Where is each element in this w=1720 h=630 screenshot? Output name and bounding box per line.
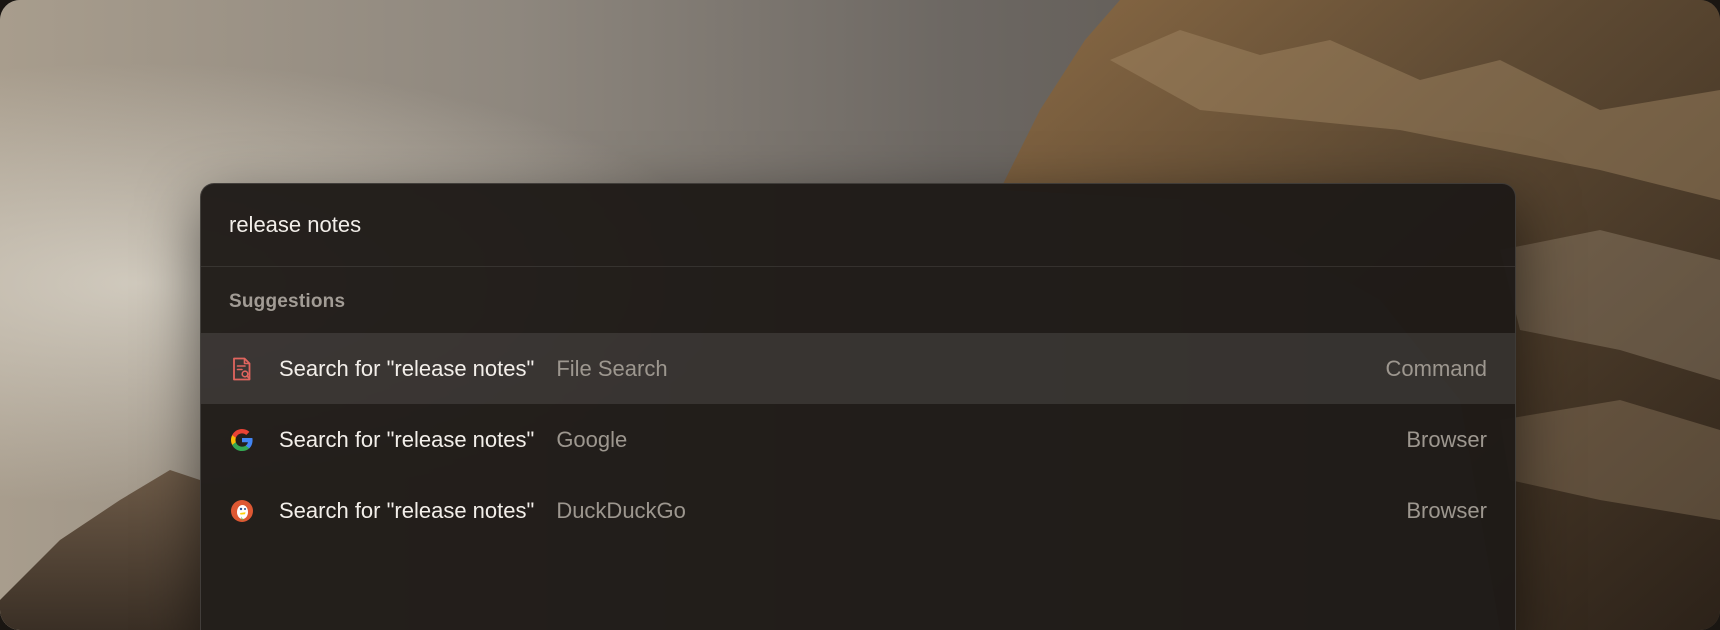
result-row-google[interactable]: Search for "release notes" Google Browse… <box>201 404 1515 475</box>
search-input[interactable] <box>229 212 1129 238</box>
result-type: Browser <box>1406 426 1487 452</box>
desktop: Suggestions Search for "release notes" F… <box>0 0 1720 630</box>
result-subtitle: Google <box>556 426 628 452</box>
google-icon <box>229 427 255 453</box>
section-label-suggestions: Suggestions <box>229 291 346 312</box>
result-title: Search for "release notes" <box>279 497 535 523</box>
result-subtitle: DuckDuckGo <box>556 497 686 523</box>
result-title: Search for "release notes" <box>279 426 535 452</box>
duckduckgo-icon <box>229 498 255 524</box>
result-row-file-search[interactable]: Search for "release notes" File Search C… <box>201 333 1515 404</box>
search-bar <box>201 184 1515 267</box>
result-title: Search for "release notes" <box>279 355 535 381</box>
result-type: Browser <box>1406 497 1487 523</box>
file-search-icon <box>229 356 255 382</box>
result-subtitle: File Search <box>556 355 668 381</box>
spotlight-window: Suggestions Search for "release notes" F… <box>200 183 1516 630</box>
result-row-duckduckgo[interactable]: Search for "release notes" DuckDuckGo Br… <box>201 475 1515 546</box>
result-type: Command <box>1385 355 1487 381</box>
